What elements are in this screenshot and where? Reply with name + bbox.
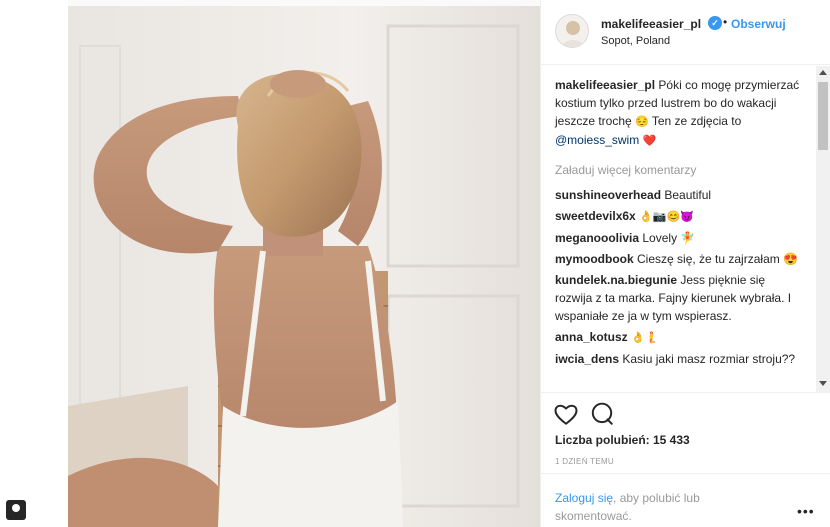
likes-count[interactable]: Liczba polubień: 15 433 xyxy=(555,433,690,447)
avatar-image xyxy=(561,21,585,47)
post-side-panel: makelifeeasier_pl ✓ • Obserwuj Sopot, Po… xyxy=(540,0,830,527)
post-actions: Liczba polubień: 15 433 1 DZIEŃ TEMU Zal… xyxy=(541,392,830,527)
comment-button[interactable] xyxy=(589,401,615,427)
comment-username[interactable]: iwcia_dens xyxy=(555,352,619,366)
comment-username[interactable]: kundelek.na.biegunie xyxy=(555,273,677,287)
comment-username[interactable]: sunshineoverhead xyxy=(555,188,661,202)
caption-username[interactable]: makelifeeasier_pl xyxy=(555,78,655,92)
header-username[interactable]: makelifeeasier_pl xyxy=(601,17,701,31)
comment-text: 👌📷😊😈 xyxy=(639,211,694,223)
scroll-down-arrow-icon[interactable] xyxy=(819,381,827,386)
comment-item: meganooolivia Lovely 🧚 xyxy=(555,229,805,247)
comment-username[interactable]: sweetdevilx6x xyxy=(555,209,636,223)
comments-scrollbar[interactable] xyxy=(816,66,830,392)
photo-badge-icon[interactable] xyxy=(6,500,26,520)
follow-button[interactable]: Obserwuj xyxy=(731,17,786,31)
login-link[interactable]: Zaloguj się xyxy=(555,491,613,505)
comment-text: Lovely 🧚 xyxy=(642,231,696,245)
comment-username[interactable]: meganooolivia xyxy=(555,231,639,245)
post-timestamp[interactable]: 1 DZIEŃ TEMU xyxy=(555,457,614,466)
comment-text: Cieszę się, że tu zajrzałam 😍 xyxy=(637,252,799,266)
post-header: makelifeeasier_pl ✓ • Obserwuj Sopot, Po… xyxy=(541,0,830,65)
photo-illustration xyxy=(68,6,540,527)
post-location[interactable]: Sopot, Poland xyxy=(601,35,670,47)
comments-list[interactable]: makelifeeasier_pl Póki co mogę przymierz… xyxy=(541,66,830,392)
comment-text: 👌🧜 xyxy=(631,332,659,344)
page-gutter xyxy=(0,0,68,527)
comment-item: mymoodbook Cieszę się, że tu zajrzałam 😍 xyxy=(555,250,805,268)
comment-item: sweetdevilx6x 👌📷😊😈 xyxy=(555,207,805,226)
comment-item: anna_kotusz 👌🧜 xyxy=(555,328,805,347)
comment-username[interactable]: anna_kotusz xyxy=(555,330,628,344)
load-more-comments-button[interactable]: Załaduj więcej komentarzy xyxy=(555,162,805,178)
comment-username[interactable]: mymoodbook xyxy=(555,252,634,266)
comment-text: Beautiful xyxy=(664,188,712,202)
scroll-thumb[interactable] xyxy=(818,82,828,150)
pensive-emoji-icon: 😔 xyxy=(635,116,649,128)
heart-emoji-icon: ❤️ xyxy=(642,135,657,147)
heart-icon xyxy=(554,404,578,425)
comment-icon xyxy=(591,402,613,425)
comment-item: kundelek.na.biegunie Jess pięknie się ro… xyxy=(555,271,805,325)
login-prompt-text: Zaloguj się, aby polubić lub skomentować… xyxy=(555,489,755,525)
comment-item: sunshineoverhead Beautiful xyxy=(555,186,805,204)
verified-badge-icon: ✓ xyxy=(708,16,722,30)
caption-mention-link[interactable]: @moiess_swim xyxy=(555,133,639,147)
avatar[interactable] xyxy=(555,14,589,48)
post-caption: makelifeeasier_pl Póki co mogę przymierz… xyxy=(555,76,805,150)
post-photo[interactable] xyxy=(68,6,540,527)
comment-item: iwcia_dens Kasiu jaki masz rozmiar stroj… xyxy=(555,350,805,368)
header-separator: • xyxy=(723,15,728,29)
like-button[interactable] xyxy=(553,401,579,427)
caption-text-2: Ten ze zdjęcia to xyxy=(651,114,742,128)
scroll-up-arrow-icon[interactable] xyxy=(819,70,827,75)
login-prompt: Zaloguj się, aby polubić lub skomentować… xyxy=(541,473,830,527)
comment-text: Kasiu jaki masz rozmiar stroju?? xyxy=(622,352,796,366)
more-options-icon[interactable]: ••• xyxy=(797,503,815,519)
